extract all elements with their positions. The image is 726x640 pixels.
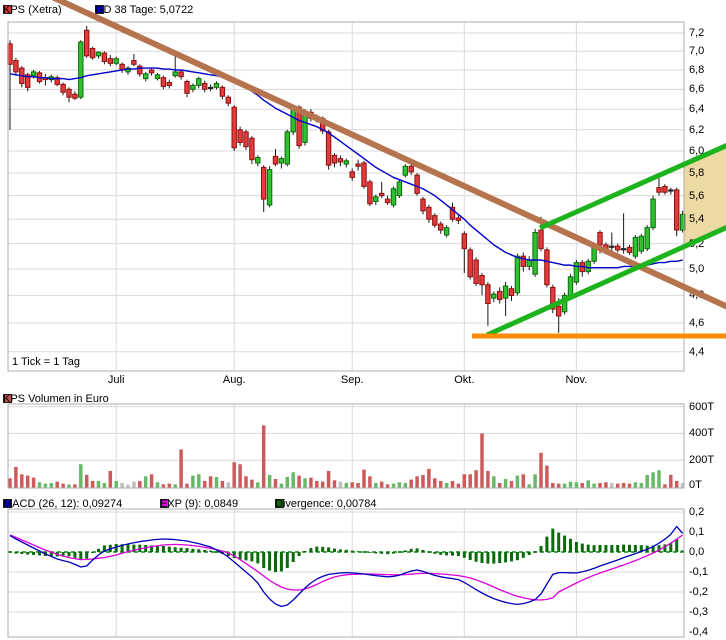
price-tick: 4,4: [689, 346, 704, 358]
month-label: Nov.: [565, 374, 587, 386]
price-tick: 4,6: [689, 317, 704, 329]
macd-label: MACD (26, 12): 0,09274: [3, 498, 122, 510]
macd-tick: 0,0: [689, 546, 704, 558]
macd-tick: -0,4: [689, 626, 708, 638]
price-tick: 5,4: [689, 213, 704, 225]
macd-tick: -0,2: [689, 586, 708, 598]
month-label: Juli: [108, 374, 125, 386]
price-tick: 7,0: [689, 45, 704, 57]
volume-tick: 400T: [689, 427, 714, 439]
macd-tick: -0,3: [689, 606, 708, 618]
price-tick: 5,8: [689, 167, 704, 179]
price-tick: 5,2: [689, 238, 704, 250]
volume-title: KPS Volumen in Euro: [3, 393, 109, 405]
gd38-label: GD 38 Tage: 5,0722: [95, 4, 193, 16]
volume-plot-area[interactable]: [8, 404, 684, 488]
price-tick: 6,2: [689, 124, 704, 136]
kps-series-label: KPS (Xetra): [3, 4, 62, 16]
macd-tick: 0,2: [689, 506, 704, 518]
price-tick: 6,6: [689, 83, 704, 95]
exp-label: EXP (9): 0,0849: [160, 498, 238, 510]
volume-tick: 200T: [689, 454, 714, 466]
volume-tick: 0T: [689, 479, 702, 491]
price-tick: 6,4: [689, 103, 704, 115]
month-label: Okt.: [454, 374, 474, 386]
volume-tick: 600T: [689, 401, 714, 413]
price-tick: 5,0: [689, 263, 704, 275]
month-label: Aug.: [223, 374, 246, 386]
price-tick: 5,6: [689, 190, 704, 202]
month-label: Sep.: [341, 374, 364, 386]
macd-plot-area[interactable]: [8, 509, 684, 637]
price-tick: 6,0: [689, 145, 704, 157]
price-tick: 4,8: [689, 289, 704, 301]
macd-tick: -0,1: [689, 566, 708, 578]
macd-tick: 0,1: [689, 526, 704, 538]
price-tick: 7,2: [689, 27, 704, 39]
price-tick: 6,8: [689, 64, 704, 76]
price-plot-area[interactable]: [8, 22, 684, 371]
divergence-label: Divergence: 0,00784: [275, 498, 377, 510]
chart-tool-window: KPS (Xetra) GD 38 Tage: 5,0722 1 Tick = …: [0, 0, 726, 640]
